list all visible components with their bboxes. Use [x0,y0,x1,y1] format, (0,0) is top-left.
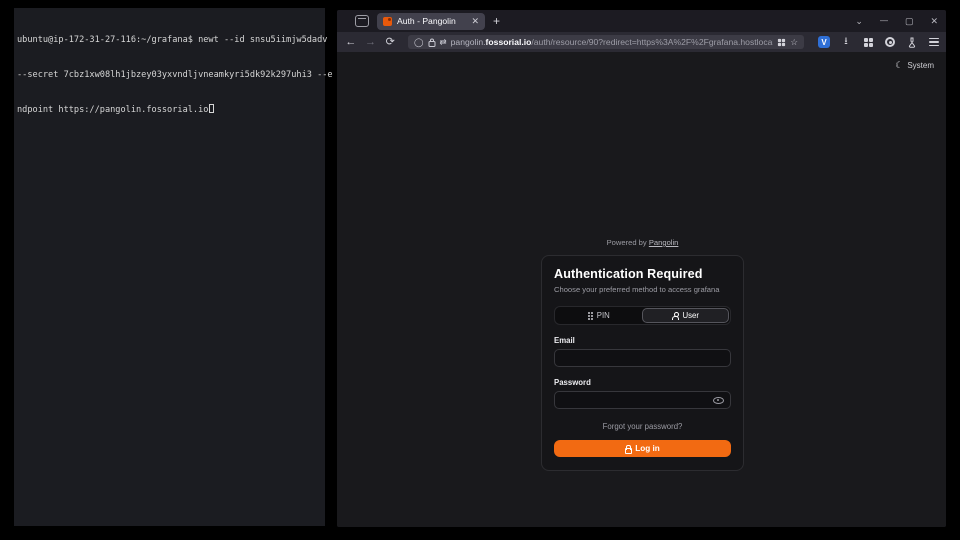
tab-close-icon[interactable]: ✕ [471,17,479,26]
firefox-view-icon[interactable] [355,15,369,27]
url-subdomain: pangolin. [451,37,486,47]
password-field-wrap [554,391,731,409]
card-title: Authentication Required [554,267,731,281]
site-favicon-icon [383,17,392,26]
adblock-circle-icon[interactable] [884,36,896,48]
password-field[interactable] [561,396,713,405]
tab-pin-label: PIN [597,311,610,320]
powered-by: Powered by Pangolin [541,238,744,247]
terminal-cursor [209,104,214,113]
forgot-password-link[interactable]: Forgot your password? [554,422,731,431]
auth-section: Powered by Pangolin Authentication Requi… [541,238,744,471]
auth-method-tabs: PIN User [554,306,731,325]
maximize-button[interactable]: ▢ [905,17,914,26]
app-menu-hamburger-icon[interactable] [928,36,940,48]
page-content: ☾ System Powered by Pangolin Authenticat… [337,52,946,527]
url-path: /auth/resource/90?redirect=https%3A%2F%2… [531,37,773,47]
moon-theme-icon: ☾ [895,60,903,71]
pangolin-brand-link[interactable]: Pangolin [649,238,679,247]
theme-selector[interactable]: ☾ System [895,60,934,71]
back-button[interactable]: ← [343,37,359,48]
switch-arrows-icon[interactable]: ⇄ [440,38,447,47]
minimize-button[interactable]: — [880,17,888,25]
bookmark-star-icon[interactable]: ☆ [790,38,798,47]
flask-extension-icon[interactable] [906,36,918,48]
forward-button[interactable]: → [363,37,379,48]
window-controls: ⌄ — ▢ ✕ [855,10,938,32]
auth-card: Authentication Required Choose your pref… [541,255,744,471]
tab-list-chevron-icon[interactable]: ⌄ [855,17,863,26]
tab-strip: Auth - Pangolin ✕ + ⌄ — ▢ ✕ [337,10,946,32]
show-password-eye-icon[interactable] [713,397,724,404]
url-bar[interactable]: ◯ ⇄ pangolin.fossorial.io/auth/resource/… [408,35,804,49]
terminal-line: --secret 7cbz1xw08lh1jbzey03yxvndljvneam… [17,70,322,82]
card-subtitle: Choose your preferred method to access g… [554,285,731,294]
reload-button[interactable]: ⟳ [382,37,398,48]
password-label: Password [554,378,731,387]
desktop: ubuntu@ip-172-31-27-116:~/grafana$ newt … [0,0,960,540]
browser-window: Auth - Pangolin ✕ + ⌄ — ▢ ✕ ← → ⟳ ◯ ⇄ pa… [337,10,946,527]
tab-user-label: User [683,311,699,320]
tab-title: Auth - Pangolin [397,16,466,26]
https-lock-icon[interactable] [428,38,436,47]
login-lock-icon [625,445,631,452]
browser-tab[interactable]: Auth - Pangolin ✕ [377,13,485,30]
extensions-grid-icon[interactable] [862,36,874,48]
keypad-icon [588,312,593,320]
tab-pin[interactable]: PIN [556,308,642,323]
page-actions-grid-icon[interactable] [778,38,785,45]
extension-icon[interactable]: V [818,36,830,48]
powered-by-text: Powered by [607,238,647,247]
login-button[interactable]: Log in [554,440,731,457]
login-button-label: Log in [635,444,660,453]
url-domain: fossorial.io [486,37,532,47]
terminal-line: ndpoint https://pangolin.fossorial.io [17,104,322,117]
email-field-wrap [554,349,731,367]
terminal-window[interactable]: ubuntu@ip-172-31-27-116:~/grafana$ newt … [14,8,325,526]
navigation-toolbar: ← → ⟳ ◯ ⇄ pangolin.fossorial.io/auth/res… [337,32,946,52]
close-window-button[interactable]: ✕ [930,17,938,26]
theme-label: System [907,61,934,70]
downloads-icon[interactable]: ⭳ [840,36,852,48]
email-label: Email [554,336,731,345]
url-text[interactable]: pangolin.fossorial.io/auth/resource/90?r… [451,37,774,47]
new-tab-button[interactable]: + [493,15,500,27]
toolbar-extension-icons: V ⭳ [818,36,940,48]
tab-user[interactable]: User [642,308,730,323]
tracking-protection-shield-icon[interactable]: ◯ [414,38,424,47]
terminal-line-text: ndpoint https://pangolin.fossorial.io [17,105,208,115]
terminal-line: ubuntu@ip-172-31-27-116:~/grafana$ newt … [17,35,322,47]
user-icon [672,312,679,320]
email-field[interactable] [561,354,724,363]
